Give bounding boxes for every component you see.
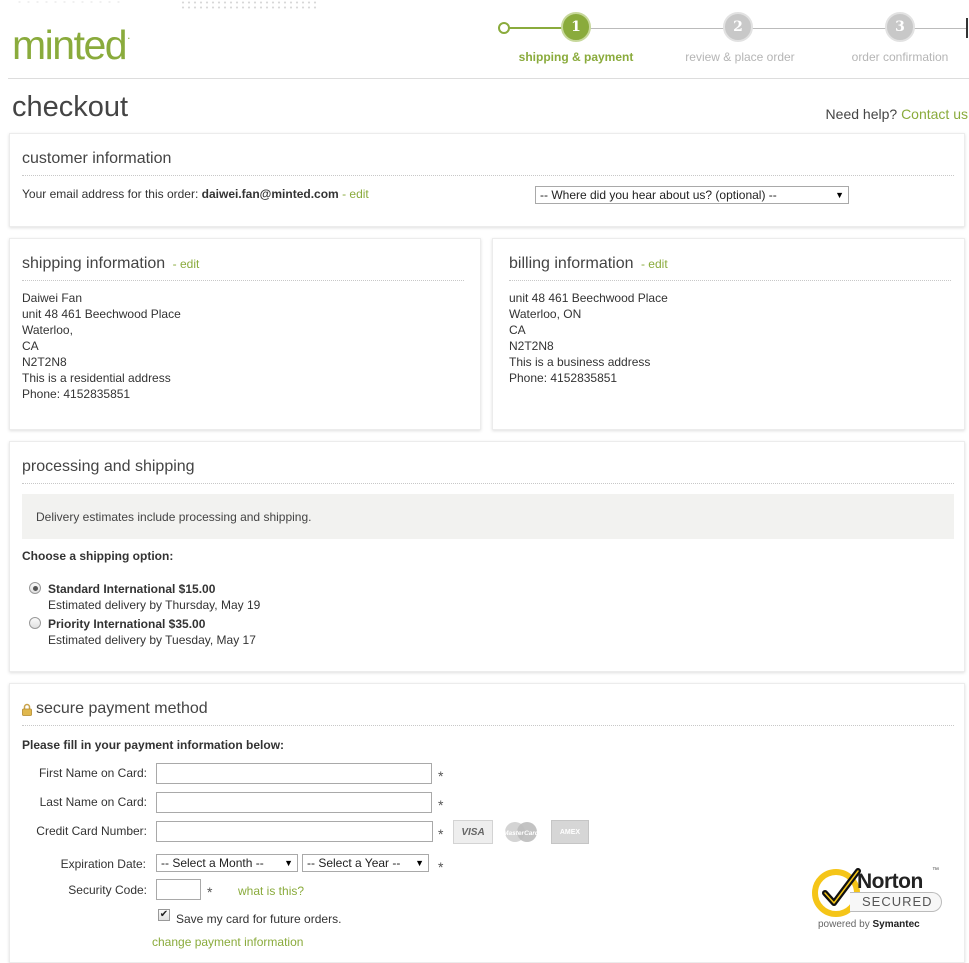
address-line: unit 48 461 Beechwood Place bbox=[509, 291, 668, 305]
shipping-information-panel: shipping information - edit Daiwei Fan u… bbox=[9, 238, 481, 430]
required-mark: * bbox=[438, 826, 444, 842]
address-line: Phone: 4152835851 bbox=[509, 371, 618, 385]
minted-logo[interactable]: minted. bbox=[12, 22, 130, 69]
email-prefix: Your email address for this order: bbox=[22, 187, 199, 201]
first-name-label: First Name on Card: bbox=[38, 766, 147, 780]
progress-line-end bbox=[966, 18, 968, 38]
panel-divider bbox=[509, 280, 951, 281]
what-is-this-link[interactable]: what is this? bbox=[238, 883, 304, 899]
standard-radio[interactable] bbox=[29, 582, 41, 594]
page-title: checkout bbox=[12, 91, 129, 123]
panel-divider bbox=[22, 483, 954, 484]
address-line: N2T2N8 bbox=[509, 339, 554, 353]
option-name: Priority International $35.00 bbox=[48, 617, 206, 631]
customer-information-title: customer information bbox=[22, 150, 172, 167]
expiration-month-select[interactable]: -- Select a Month -- ▼ bbox=[156, 854, 298, 872]
change-payment-link[interactable]: change payment information bbox=[152, 934, 303, 950]
norton-name: Norton bbox=[857, 870, 923, 893]
address-line: Daiwei Fan bbox=[22, 291, 83, 305]
billing-information-panel: billing information - edit unit 48 461 B… bbox=[492, 238, 965, 430]
delivery-notice: Delivery estimates include processing an… bbox=[22, 494, 954, 539]
lock-icon bbox=[22, 703, 32, 716]
address-line: N2T2N8 bbox=[22, 355, 67, 369]
norton-powered-by: powered by Symantec bbox=[818, 919, 920, 930]
processing-shipping-title: processing and shipping bbox=[22, 458, 195, 475]
panel-divider bbox=[22, 725, 954, 726]
option-estimate: Estimated delivery by Thursday, May 19 bbox=[48, 598, 261, 612]
help-prefix: Need help? bbox=[825, 106, 898, 122]
shipping-address: Daiwei Fan unit 48 461 Beechwood Place W… bbox=[22, 290, 181, 402]
processing-shipping-panel: processing and shipping Delivery estimat… bbox=[9, 441, 965, 672]
choose-shipping-label: Choose a shipping option: bbox=[22, 549, 174, 563]
payment-instructions: Please fill in your payment information … bbox=[22, 738, 285, 752]
option-estimate: Estimated delivery by Tuesday, May 17 bbox=[48, 633, 256, 647]
last-name-input[interactable] bbox=[156, 792, 432, 813]
help-text: Need help? Contact us bbox=[826, 106, 968, 122]
hear-about-us-select[interactable]: -- Where did you hear about us? (optiona… bbox=[535, 186, 849, 204]
progress-start-dot bbox=[498, 22, 510, 34]
last-name-label: Last Name on Card: bbox=[39, 795, 147, 809]
payment-method-title: secure payment method bbox=[22, 700, 208, 718]
edit-email-link[interactable]: - edit bbox=[342, 187, 369, 201]
norton-trademark: ™ bbox=[932, 867, 939, 874]
address-line: This is a business address bbox=[509, 355, 651, 369]
card-number-label: Credit Card Number: bbox=[36, 824, 147, 838]
step-2-circle: 2 bbox=[723, 12, 753, 42]
step-1-circle: 1 bbox=[561, 12, 591, 42]
step-3-circle: 3 bbox=[885, 12, 915, 42]
address-line: CA bbox=[509, 323, 526, 337]
priority-radio[interactable] bbox=[29, 617, 41, 629]
email-address: daiwei.fan@minted.com bbox=[201, 187, 339, 201]
mastercard-text: MasterCard bbox=[503, 830, 540, 837]
email-line: Your email address for this order: daiwe… bbox=[22, 186, 369, 202]
address-line: Waterloo, bbox=[22, 323, 73, 337]
header-divider bbox=[8, 78, 969, 79]
panel-divider bbox=[22, 280, 464, 281]
billing-information-title: billing information - edit bbox=[509, 255, 668, 272]
chevron-down-icon: ▼ bbox=[415, 858, 424, 868]
header-decoration-dots bbox=[15, 0, 125, 4]
required-mark: * bbox=[438, 797, 444, 813]
address-line: CA bbox=[22, 339, 39, 353]
address-line: unit 48 461 Beechwood Place bbox=[22, 307, 181, 321]
edit-billing-link[interactable]: - edit bbox=[641, 257, 668, 271]
option-name: Standard International $15.00 bbox=[48, 582, 216, 596]
norton-secured-badge[interactable]: Norton ™ SECURED powered by Symantec bbox=[810, 859, 950, 934]
first-name-input[interactable] bbox=[156, 763, 432, 784]
payment-method-panel: secure payment method Please fill in you… bbox=[9, 683, 965, 963]
shipping-information-title: shipping information - edit bbox=[22, 255, 200, 272]
contact-us-link[interactable]: Contact us bbox=[901, 106, 968, 122]
address-line: Phone: 4152835851 bbox=[22, 387, 131, 401]
address-line: Waterloo, ON bbox=[509, 307, 582, 321]
required-mark: * bbox=[438, 859, 444, 875]
required-mark: * bbox=[438, 768, 444, 784]
security-code-label: Security Code: bbox=[68, 883, 147, 897]
save-card-checkbox[interactable]: ✔ bbox=[158, 909, 170, 921]
required-mark: * bbox=[207, 884, 213, 900]
month-value: -- Select a Month -- bbox=[161, 856, 264, 870]
security-code-input[interactable] bbox=[156, 879, 201, 900]
chevron-down-icon: ▼ bbox=[835, 190, 844, 200]
address-line: This is a residential address bbox=[22, 371, 171, 385]
visa-icon: VISA bbox=[453, 820, 493, 844]
progress-line-complete bbox=[508, 27, 564, 29]
billing-address: unit 48 461 Beechwood Place Waterloo, ON… bbox=[509, 290, 668, 386]
expiration-label: Expiration Date: bbox=[60, 857, 146, 871]
chevron-down-icon: ▼ bbox=[284, 858, 293, 868]
mastercard-icon: MasterCard bbox=[501, 820, 541, 844]
save-card-label: Save my card for future orders. bbox=[176, 912, 342, 926]
edit-shipping-link[interactable]: - edit bbox=[173, 257, 200, 271]
step-2-label: review & place order bbox=[685, 50, 795, 64]
norton-secured-text: SECURED bbox=[862, 894, 933, 909]
header-decoration-dots bbox=[180, 0, 320, 10]
amex-icon: AMEX bbox=[551, 820, 589, 844]
panel-divider bbox=[22, 175, 954, 176]
hear-about-us-value: -- Where did you hear about us? (optiona… bbox=[540, 188, 777, 202]
step-3-label: order confirmation bbox=[851, 50, 949, 64]
step-1-label: shipping & payment bbox=[518, 50, 634, 64]
card-number-input[interactable] bbox=[156, 821, 433, 842]
expiration-year-select[interactable]: -- Select a Year -- ▼ bbox=[302, 854, 429, 872]
year-value: -- Select a Year -- bbox=[307, 856, 401, 870]
customer-information-panel: customer information Your email address … bbox=[9, 133, 965, 227]
